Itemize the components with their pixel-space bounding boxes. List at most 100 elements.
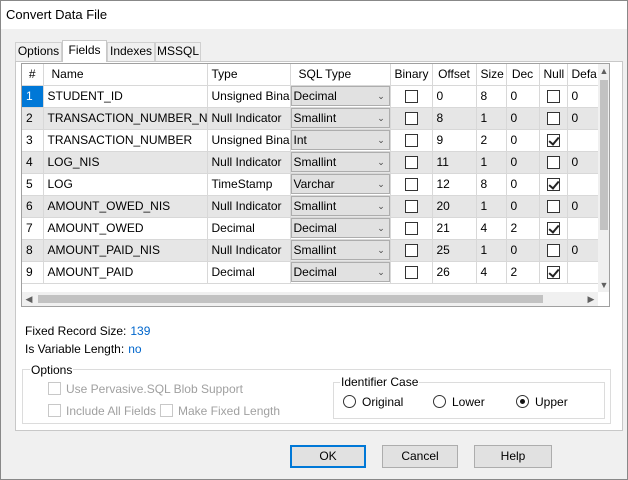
- sql-type-select[interactable]: Int ⌄: [290, 130, 389, 150]
- row-number[interactable]: 4: [22, 151, 44, 174]
- table-row[interactable]: 3TRANSACTION_NUMBERUnsigned BinaryInt ⌄ 92…: [22, 129, 598, 152]
- dec-cell[interactable]: 0: [506, 173, 540, 196]
- default-cell[interactable]: 0: [567, 239, 598, 262]
- offset-cell[interactable]: 8: [432, 107, 477, 130]
- column-header-type[interactable]: Type: [207, 64, 291, 86]
- sql-type-select[interactable]: Varchar ⌄: [290, 174, 389, 194]
- default-cell[interactable]: [567, 173, 598, 196]
- dec-cell[interactable]: 0: [506, 85, 540, 108]
- null-cell[interactable]: [539, 151, 568, 174]
- null-cell[interactable]: [539, 239, 568, 262]
- sql-type-select[interactable]: Decimal ⌄: [290, 262, 389, 282]
- tab-fields[interactable]: Fields: [62, 40, 107, 62]
- chevron-down-icon[interactable]: ⌄: [372, 109, 389, 127]
- binary-checkbox[interactable]: [404, 156, 418, 170]
- null-cell[interactable]: [539, 85, 568, 108]
- use-blob-support-checkbox[interactable]: Use Pervasive.SQL Blob Support: [48, 382, 243, 396]
- chevron-down-icon[interactable]: ⌄: [372, 263, 389, 281]
- dec-cell[interactable]: 0: [506, 239, 540, 262]
- table-row[interactable]: 7 AMOUNT_OWED Decimal Decimal ⌄ 21 4 2: [22, 217, 598, 240]
- binary-checkbox[interactable]: [404, 134, 418, 148]
- table-row[interactable]: 9 AMOUNT_PAID Decimal Decimal ⌄ 26 4 2: [22, 261, 598, 284]
- column-header-offset[interactable]: Offset: [432, 64, 477, 86]
- binary-checkbox[interactable]: [404, 200, 418, 214]
- field-name-cell[interactable]: TRANSACTION_NUMBER: [43, 129, 208, 152]
- row-number[interactable]: 6: [22, 195, 44, 218]
- sql-type-cell[interactable]: Smallint ⌄: [290, 239, 391, 262]
- help-button[interactable]: Help: [474, 445, 552, 468]
- binary-cell[interactable]: [390, 107, 433, 130]
- field-name-cell[interactable]: STUDENT_ID: [43, 85, 208, 108]
- null-checkbox[interactable]: [546, 222, 560, 236]
- chevron-down-icon[interactable]: ⌄: [372, 175, 389, 193]
- size-cell[interactable]: 1: [476, 239, 507, 262]
- sql-type-select[interactable]: Decimal ⌄: [290, 86, 389, 106]
- table-row[interactable]: 1STUDENT_IDUnsigned BinaryDecimal⌄0800: [22, 85, 598, 108]
- size-cell[interactable]: 4: [476, 217, 507, 240]
- scroll-up-icon[interactable]: ▲: [598, 64, 609, 78]
- dec-cell[interactable]: 0: [506, 107, 540, 130]
- sql-type-cell[interactable]: Decimal ⌄: [290, 261, 391, 284]
- size-cell[interactable]: 2: [476, 129, 507, 152]
- binary-cell[interactable]: [390, 217, 433, 240]
- tab-indexes[interactable]: Indexes: [107, 42, 155, 61]
- field-name-cell[interactable]: AMOUNT_PAID: [43, 261, 208, 284]
- sql-type-select[interactable]: Decimal ⌄: [290, 218, 389, 238]
- null-checkbox[interactable]: [546, 112, 560, 126]
- sql-type-cell[interactable]: Int ⌄: [290, 129, 391, 152]
- null-checkbox[interactable]: [546, 266, 560, 280]
- tab-mssql[interactable]: MSSQL: [155, 42, 201, 61]
- sql-type-select[interactable]: Smallint ⌄: [290, 108, 389, 128]
- column-header-sql-type[interactable]: SQL Type: [290, 64, 391, 86]
- offset-cell[interactable]: 25: [432, 239, 477, 262]
- null-cell[interactable]: [539, 261, 568, 284]
- field-type-cell[interactable]: Decimal: [207, 261, 291, 284]
- default-cell[interactable]: [567, 261, 598, 284]
- default-cell[interactable]: [567, 129, 598, 152]
- radio-lower[interactable]: Lower: [433, 395, 485, 409]
- null-cell[interactable]: [539, 173, 568, 196]
- chevron-down-icon[interactable]: ⌄: [372, 197, 389, 215]
- chevron-down-icon[interactable]: ⌄: [372, 153, 389, 171]
- radio-upper[interactable]: Upper: [516, 395, 568, 409]
- radio-original[interactable]: Original: [343, 395, 403, 409]
- chevron-down-icon[interactable]: ⌄: [372, 131, 389, 149]
- dec-cell[interactable]: 0: [506, 151, 540, 174]
- dec-cell[interactable]: 2: [506, 261, 540, 284]
- offset-cell[interactable]: 0: [432, 85, 477, 108]
- field-type-cell[interactable]: Null Indicator: [207, 195, 291, 218]
- sql-type-cell[interactable]: Smallint ⌄: [290, 107, 391, 130]
- grid-horizontal-scrollbar[interactable]: ◀ ▶: [22, 292, 598, 306]
- offset-cell[interactable]: 26: [432, 261, 477, 284]
- default-cell[interactable]: [567, 217, 598, 240]
- null-cell[interactable]: [539, 217, 568, 240]
- null-checkbox[interactable]: [546, 134, 560, 148]
- field-type-cell[interactable]: Null Indicator: [207, 151, 291, 174]
- make-fixed-length-checkbox[interactable]: Make Fixed Length: [160, 404, 280, 418]
- binary-checkbox[interactable]: [404, 244, 418, 258]
- field-name-cell[interactable]: TRANSACTION_NUMBER_NIS: [43, 107, 208, 130]
- dec-cell[interactable]: 2: [506, 217, 540, 240]
- include-all-fields-checkbox[interactable]: Include All Fields: [48, 404, 156, 418]
- field-type-cell[interactable]: Decimal: [207, 217, 291, 240]
- null-checkbox[interactable]: [546, 200, 560, 214]
- row-number[interactable]: 7: [22, 217, 44, 240]
- row-number[interactable]: 3: [22, 129, 44, 152]
- row-number[interactable]: 9: [22, 261, 44, 284]
- field-type-cell[interactable]: Null Indicator: [207, 107, 291, 130]
- null-cell[interactable]: [539, 195, 568, 218]
- size-cell[interactable]: 1: [476, 151, 507, 174]
- table-row[interactable]: 8 AMOUNT_PAID_NIS Null Indicator Smallint ⌄ 2…: [22, 239, 598, 262]
- size-cell[interactable]: 1: [476, 107, 507, 130]
- sql-type-cell[interactable]: Varchar ⌄: [290, 173, 391, 196]
- null-checkbox[interactable]: [546, 178, 560, 192]
- null-checkbox[interactable]: [546, 156, 560, 170]
- chevron-down-icon[interactable]: ⌄: [372, 219, 389, 237]
- field-type-cell[interactable]: Null Indicator: [207, 239, 291, 262]
- row-number[interactable]: 1: [22, 85, 44, 108]
- sql-type-cell[interactable]: Smallint ⌄: [290, 151, 391, 174]
- dec-cell[interactable]: 0: [506, 195, 540, 218]
- null-checkbox[interactable]: [546, 244, 560, 258]
- fields-grid[interactable]: # Name Type SQL Type Binary Offset Size …: [21, 63, 610, 307]
- scroll-right-icon[interactable]: ▶: [584, 292, 598, 306]
